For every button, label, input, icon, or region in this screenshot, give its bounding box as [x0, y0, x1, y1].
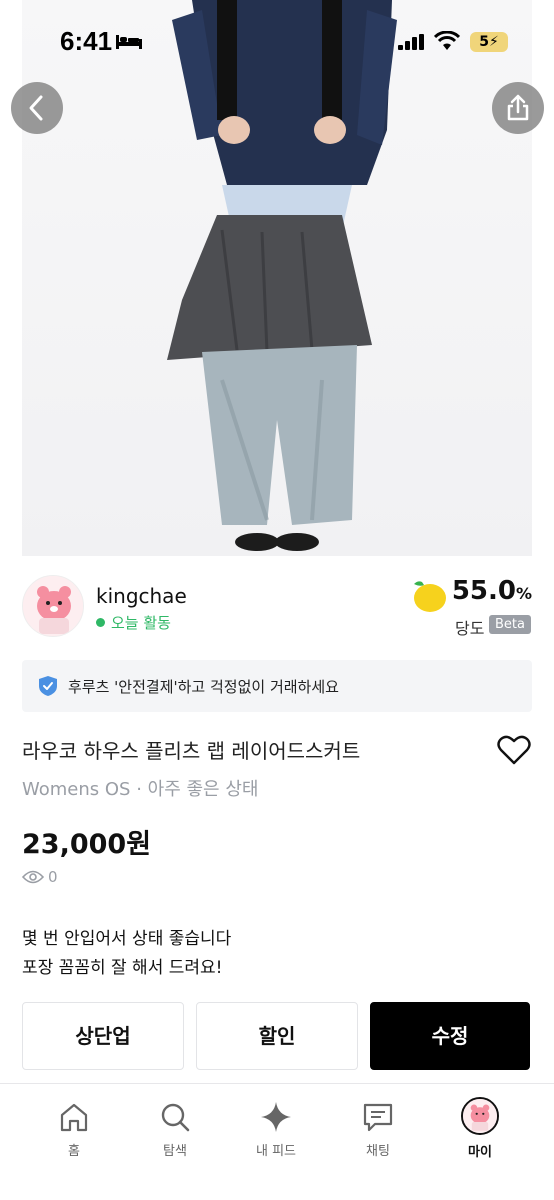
pink-beaver-avatar-image [23, 576, 83, 636]
sweetness-unit: % [515, 584, 532, 603]
edit-button[interactable]: 수정 [370, 1002, 530, 1070]
tab-label: 내 피드 [255, 1144, 296, 1159]
tab-explore[interactable]: 탐색 [135, 1100, 215, 1159]
tab-label: 채팅 [366, 1144, 390, 1159]
bump-button[interactable]: 상단업 [22, 1002, 184, 1070]
seller-sweetness-value: 55.0% [452, 576, 532, 606]
online-dot-icon [96, 618, 105, 627]
share-icon [507, 94, 529, 121]
seller-activity: 오늘 활동 [96, 612, 171, 633]
product-title: 라우코 하우스 플리츠 랩 레이어드스커트 [22, 739, 361, 763]
tab-my-feed[interactable]: 내 피드 [236, 1100, 316, 1159]
sleep-bed-icon [116, 35, 142, 49]
sweetness-number: 55.0 [451, 576, 516, 606]
tab-chat[interactable]: 채팅 [338, 1100, 418, 1159]
product-description: 몇 번 안입어서 상태 좋습니다 포장 꼼꼼히 잘 해서 드려요! [22, 925, 231, 983]
status-bar: 6:41 5⚡ [0, 0, 554, 84]
home-icon [60, 1103, 88, 1132]
cellular-signal-icon [398, 34, 424, 50]
sweetness-label: 당도 [455, 619, 485, 638]
product-price: 23,000원 [22, 829, 152, 860]
description-line: 포장 꼼꼼히 잘 해서 드려요! [22, 958, 223, 978]
tab-label: 홈 [68, 1144, 80, 1159]
bottom-tab-bar: 홈 탐색 내 피드 채팅 마이 [0, 1083, 554, 1200]
chevron-left-icon [29, 95, 43, 121]
action-bar: 상단업 할인 수정 [0, 1000, 554, 1083]
tab-label: 마이 [468, 1145, 492, 1160]
notice-text: 후루츠 '안전결제'하고 걱정없이 거래하세요 [68, 678, 339, 696]
sparkle-icon [261, 1102, 291, 1132]
back-button[interactable] [11, 82, 63, 134]
avatar [461, 1097, 499, 1135]
shield-check-icon [39, 676, 57, 696]
status-time: 6:41 [60, 26, 113, 56]
battery-level: 5⚡ [479, 34, 499, 50]
seller-avatar[interactable] [22, 575, 84, 637]
share-button[interactable] [492, 82, 544, 134]
discount-button[interactable]: 할인 [196, 1002, 358, 1070]
wifi-icon [434, 31, 460, 50]
battery-indicator: 5⚡ [470, 32, 508, 52]
safe-payment-notice[interactable]: 후루츠 '안전결제'하고 걱정없이 거래하세요 [22, 660, 532, 712]
tab-my[interactable]: 마이 [440, 1097, 520, 1160]
description-line: 몇 번 안입어서 상태 좋습니다 [22, 929, 232, 949]
view-count: 0 [22, 868, 58, 886]
search-icon [161, 1103, 190, 1132]
tab-home[interactable]: 홈 [34, 1100, 114, 1159]
chat-icon [363, 1103, 393, 1132]
seller-activity-text: 오늘 활동 [111, 614, 171, 632]
lemon-icon [414, 581, 446, 612]
eye-icon [22, 870, 44, 884]
product-meta: Womens OS · 아주 좋은 상태 [22, 779, 259, 800]
seller-name[interactable]: kingchae [96, 584, 187, 608]
heart-icon[interactable] [497, 735, 531, 765]
view-count-number: 0 [48, 868, 58, 886]
beta-badge: Beta [489, 615, 531, 634]
pink-beaver-avatar-image [463, 1099, 497, 1133]
tab-label: 탐색 [163, 1144, 187, 1159]
